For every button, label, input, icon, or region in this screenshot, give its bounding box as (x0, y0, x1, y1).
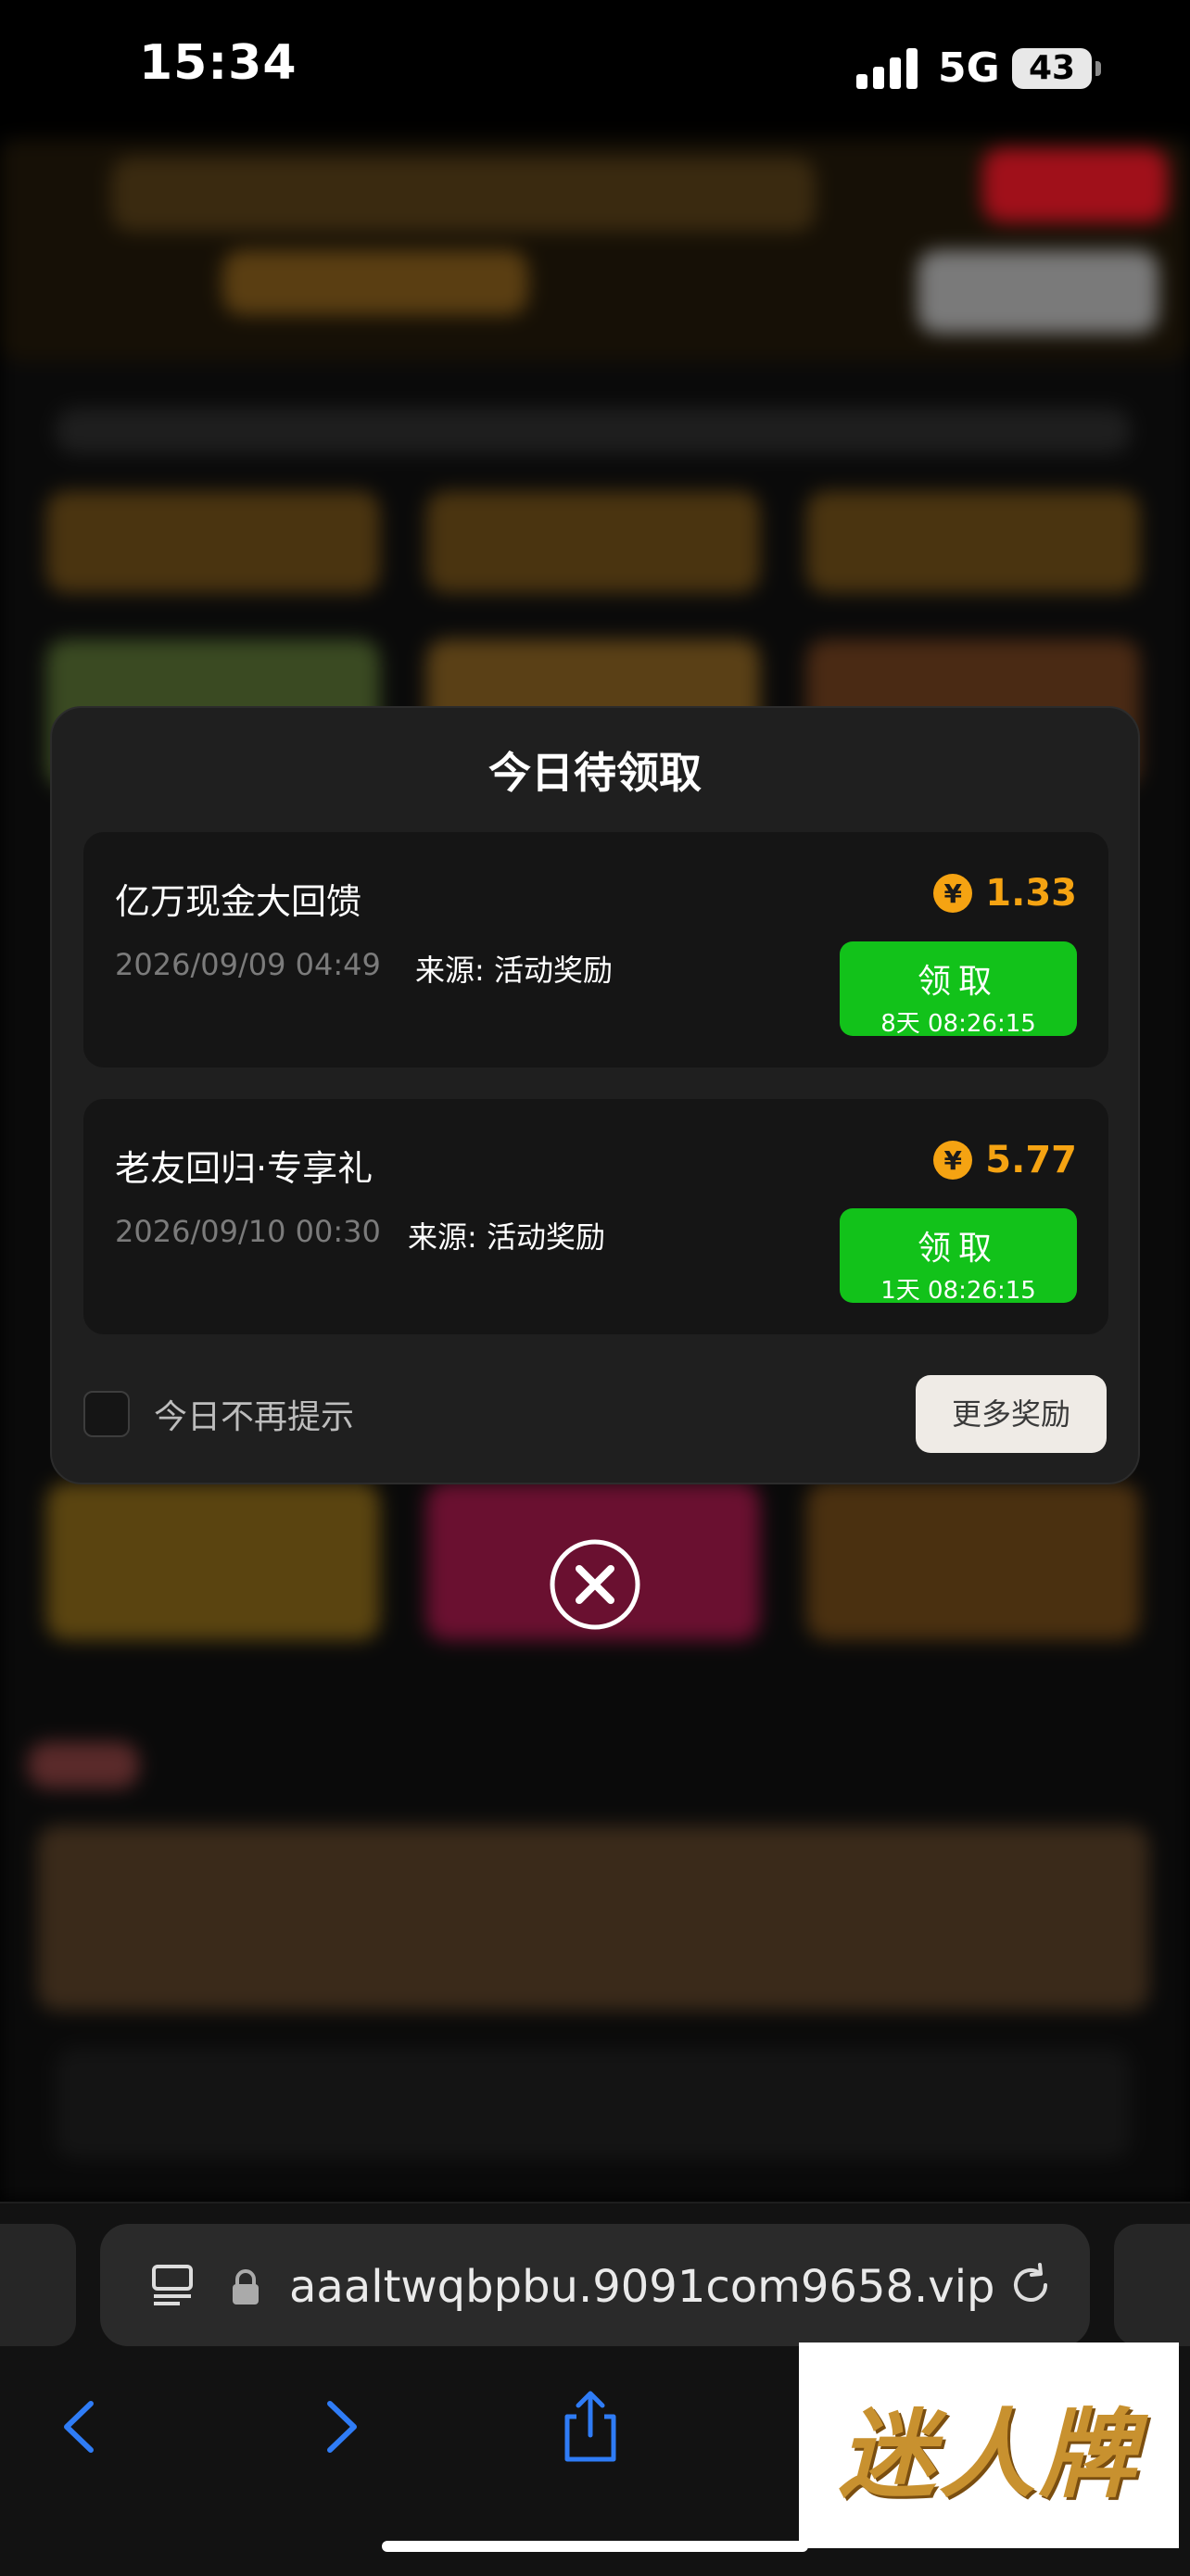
no-remind-checkbox[interactable] (83, 1391, 130, 1437)
reload-icon[interactable] (1003, 2257, 1058, 2313)
reward-source: 来源: 活动奖励 (408, 1219, 605, 1255)
home-indicator (382, 2541, 808, 2552)
no-remind-label: 今日不再提示 (154, 1398, 355, 1436)
close-icon[interactable] (549, 1538, 641, 1631)
reward-name: 亿万现金大回馈 (115, 881, 362, 922)
signal-icon (856, 46, 918, 89)
status-time: 15:34 (139, 35, 298, 91)
forward-icon[interactable] (298, 2385, 382, 2469)
address-bar[interactable]: aaaltwqbpbu.9091com9658.vip (100, 2224, 1090, 2346)
reward-name: 老友回归·专享礼 (115, 1148, 373, 1189)
lock-icon (233, 2269, 259, 2305)
no-remind-option[interactable]: 今日不再提示 (83, 1390, 354, 1438)
status-bar: 15:34 5G 43 (0, 0, 1190, 139)
daily-rewards-modal: 今日待领取 亿万现金大回馈 ¥ 1.33 2026/09/09 04:49 来源… (50, 706, 1140, 1484)
reader-icon[interactable] (148, 2261, 196, 2309)
amount-value: 1.33 (985, 872, 1077, 915)
battery-icon: 43 (1012, 48, 1092, 89)
reward-amount: ¥ 1.33 (933, 871, 1077, 915)
coin-icon: ¥ (933, 874, 973, 913)
modal-title: 今日待领取 (488, 748, 702, 798)
amount-value: 5.77 (985, 1139, 1077, 1181)
more-rewards-button[interactable]: 更多奖励 (916, 1375, 1107, 1453)
reward-card: 老友回归·专享礼 ¥ 5.77 2026/09/10 00:30 来源: 活动奖… (83, 1099, 1108, 1334)
claim-countdown: 8天 08:26:15 (880, 1010, 1036, 1038)
network-label: 5G (938, 44, 1000, 92)
claim-label: 领取 (917, 963, 999, 1001)
watermark-logo: 迷人牌 (799, 2342, 1179, 2548)
reward-card: 亿万现金大回馈 ¥ 1.33 2026/09/09 04:49 来源: 活动奖励… (83, 832, 1108, 1067)
next-tab[interactable] (1114, 2224, 1190, 2346)
reward-source: 来源: 活动奖励 (415, 953, 613, 988)
watermark-text: 迷人牌 (838, 2397, 1139, 2511)
claim-button[interactable]: 领取 8天 08:26:15 (840, 941, 1077, 1038)
claim-label: 领取 (917, 1230, 999, 1268)
claim-button[interactable]: 领取 1天 08:26:15 (840, 1208, 1077, 1305)
coin-icon: ¥ (933, 1141, 973, 1180)
reward-date: 2026/09/10 00:30 (115, 1214, 381, 1249)
claim-countdown: 1天 08:26:15 (880, 1277, 1036, 1305)
battery-tip (1095, 61, 1101, 76)
reward-date: 2026/09/09 04:49 (115, 947, 381, 982)
share-icon[interactable] (549, 2385, 632, 2469)
reward-amount: ¥ 5.77 (933, 1138, 1077, 1182)
url-text: aaaltwqbpbu.9091com9658.vip (289, 2261, 995, 2313)
back-icon[interactable] (39, 2385, 122, 2469)
previous-tab[interactable] (0, 2224, 76, 2346)
